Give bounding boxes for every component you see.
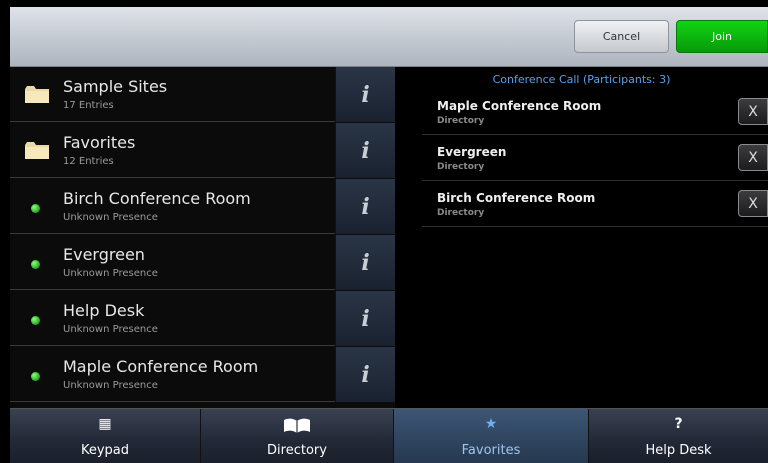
tab-help-desk[interactable]: ? Help Desk [589,409,768,463]
tab-label: Favorites [461,443,521,458]
presence-dot-icon [31,260,40,269]
keypad-icon: ▦ [98,416,112,432]
conference-header: Conference Call (Participants: 3) [492,73,671,86]
tab-label: Keypad [80,443,130,458]
folder-icon [25,86,49,103]
join-button[interactable]: Join [676,20,768,53]
question-icon: ? [674,416,683,432]
list-item[interactable]: Help Desk Unknown Presence i [10,291,395,346]
info-button[interactable]: i [335,291,395,346]
entry-title: Evergreen [63,245,145,264]
entry-title: Birch Conference Room [63,189,251,208]
participant-row: Birch Conference Room Directory X [422,182,768,227]
presence-dot-icon [31,204,40,213]
entry-title: Favorites [63,133,136,152]
entry-title: Sample Sites [63,77,168,96]
list-item[interactable]: Favorites 12 Entries i [10,123,395,178]
info-button[interactable]: i [335,179,395,234]
app-frame: Cancel Join Sample Sites 17 Entries i Fa… [10,7,768,463]
remove-participant-button[interactable]: X [738,98,768,125]
participant-name: Maple Conference Room [437,99,602,113]
info-button[interactable]: i [335,67,395,122]
cancel-button[interactable]: Cancel [574,20,669,53]
info-button[interactable]: i [335,235,395,290]
top-toolbar: Cancel Join [10,7,768,67]
info-button[interactable]: i [335,347,395,402]
entry-subtitle: Unknown Presence [63,268,158,279]
entry-title: Maple Conference Room [63,357,259,376]
participant-row: Evergreen Directory X [422,136,768,181]
entry-subtitle: Unknown Presence [63,324,158,335]
list-item[interactable]: Sample Sites 17 Entries i [10,67,395,122]
presence-dot-icon [31,372,40,381]
participant-name: Evergreen [437,145,507,159]
conference-panel: Conference Call (Participants: 3) Maple … [395,67,768,408]
folder-icon [25,142,49,159]
participant-source: Directory [437,162,485,172]
remove-participant-button[interactable]: X [738,190,768,217]
entry-subtitle: Unknown Presence [63,380,158,391]
entry-title: Help Desk [63,301,145,320]
list-item[interactable]: Maple Conference Room Unknown Presence i [10,347,395,402]
tab-directory[interactable]: Directory [201,409,394,463]
participant-name: Birch Conference Room [437,191,596,205]
entry-subtitle: 12 Entries [63,156,114,167]
list-item[interactable]: Birch Conference Room Unknown Presence i [10,179,395,234]
participant-row: Maple Conference Room Directory X [422,90,768,135]
tab-keypad[interactable]: ▦ Keypad [10,409,201,463]
tab-label: Directory [267,443,327,458]
remove-participant-button[interactable]: X [738,144,768,171]
entry-subtitle: Unknown Presence [63,212,158,223]
list-item[interactable]: Evergreen Unknown Presence i [10,235,395,290]
bottom-nav: ▦ Keypad Directory ★ Favorites ? Help De… [10,408,768,463]
participant-source: Directory [437,208,485,218]
tab-label: Help Desk [645,443,712,458]
book-icon [284,418,310,433]
entry-list: Sample Sites 17 Entries i Favorites 12 E… [10,67,395,408]
entry-subtitle: 17 Entries [63,100,114,111]
presence-dot-icon [31,316,40,325]
tab-favorites[interactable]: ★ Favorites [394,409,589,463]
star-icon: ★ [484,416,498,432]
info-button[interactable]: i [335,123,395,178]
participant-source: Directory [437,116,485,126]
